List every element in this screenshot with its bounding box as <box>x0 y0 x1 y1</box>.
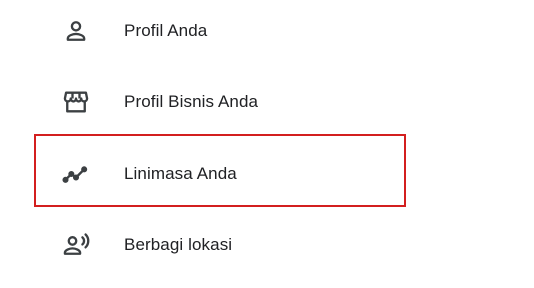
timeline-icon <box>60 158 92 190</box>
menu-item-profil-anda[interactable]: Profil Anda <box>0 0 534 66</box>
person-outline-icon <box>60 15 92 47</box>
menu-item-berbagi-lokasi[interactable]: Berbagi lokasi <box>0 210 534 280</box>
menu-item-profil-bisnis-anda[interactable]: Profil Bisnis Anda <box>0 67 534 137</box>
menu-item-label: Linimasa Anda <box>124 164 237 183</box>
menu-item-label: Profil Anda <box>124 21 208 40</box>
share-location-person-icon <box>60 229 92 261</box>
account-menu: Profil Anda Profil Bisnis Anda Linimasa … <box>0 0 534 288</box>
storefront-icon <box>60 86 92 118</box>
menu-item-linimasa-anda[interactable]: Linimasa Anda <box>0 139 534 209</box>
menu-item-label: Profil Bisnis Anda <box>124 92 259 111</box>
menu-item-label: Berbagi lokasi <box>124 235 233 254</box>
